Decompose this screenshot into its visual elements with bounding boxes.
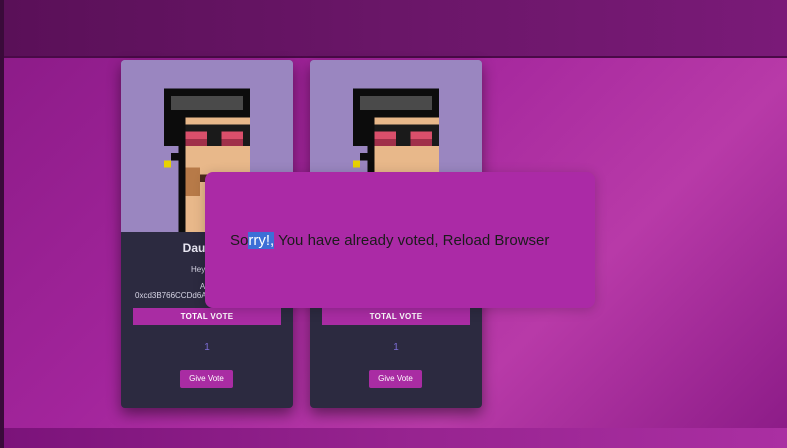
already-voted-modal[interactable]: Sorry!, You have already voted, Reload B… xyxy=(205,172,595,308)
vote-count: 1 xyxy=(204,342,210,353)
window-edge xyxy=(0,0,4,448)
modal-message-end: You have already voted, Reload Browser xyxy=(274,232,550,249)
total-vote-label: TOTAL VOTE xyxy=(322,308,470,325)
selected-text: rry!, xyxy=(248,232,275,249)
modal-message-start: So xyxy=(230,232,249,249)
vote-count: 1 xyxy=(393,342,399,353)
modal-message: Sorry!, You have already voted, Reload B… xyxy=(230,232,549,249)
top-navbar xyxy=(4,0,787,58)
give-vote-button[interactable]: Give Vote xyxy=(369,370,422,388)
footer-band xyxy=(4,428,787,448)
navbar-divider xyxy=(4,56,787,58)
total-vote-label: TOTAL VOTE xyxy=(133,308,281,325)
candidate-address: 0xcd3B766CCDd6A xyxy=(135,291,207,300)
give-vote-button[interactable]: Give Vote xyxy=(180,370,233,388)
